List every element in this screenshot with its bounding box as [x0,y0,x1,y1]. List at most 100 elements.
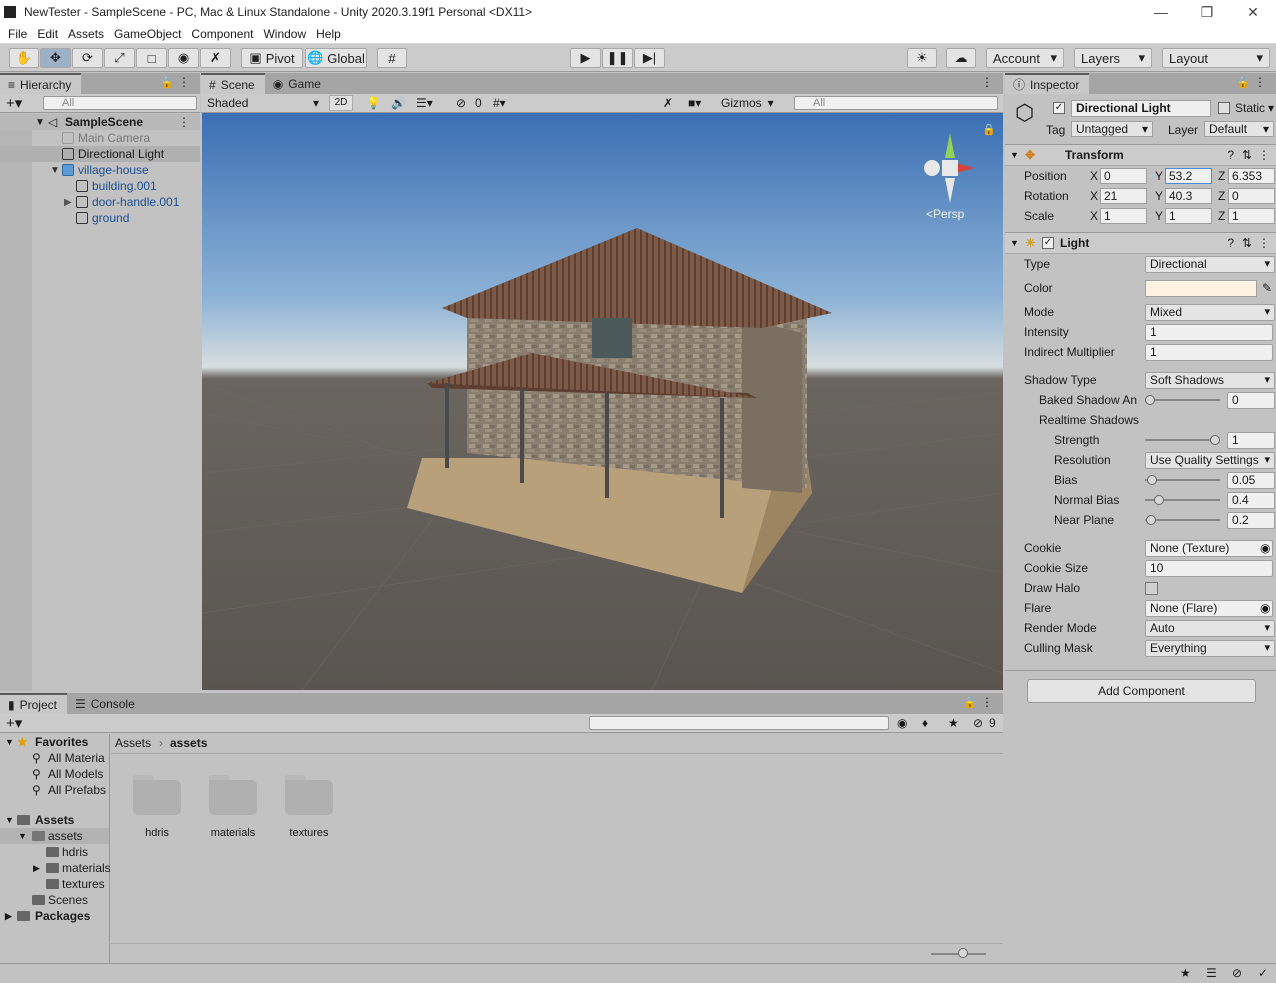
scale-tool-icon[interactable]: ⤢ [104,48,135,68]
hierarchy-item-door-handle[interactable]: ▶ door-handle.001 [0,194,200,210]
flare-field[interactable]: None (Flare) [1145,599,1273,617]
scene-menu-icon[interactable]: ⋮ [981,75,993,89]
menu-dots-icon[interactable]: ⋮ [178,75,190,89]
menu-gameobject[interactable]: GameObject [109,27,186,41]
collab-icon[interactable]: ★ [1180,966,1191,980]
minimize-icon[interactable]: — [1138,0,1184,24]
favorite-item[interactable]: ⚲ All Materia [0,750,109,766]
grid-snap-icon[interactable]: # [377,48,407,68]
tree-item-assets[interactable]: ▼ assets [0,828,109,844]
audio-icon[interactable]: 🔊 [391,96,406,110]
help-icon[interactable]: ? [1227,236,1234,250]
scale-x-field[interactable]: 1 [1100,208,1147,224]
preset-icon[interactable]: ⇅ [1242,148,1252,162]
scale-y-field[interactable]: 1 [1165,208,1212,224]
tree-item-scenes[interactable]: Scenes [0,892,109,908]
folder-item-textures[interactable]: textures [285,775,333,839]
hand-tool-icon[interactable]: ✋ [9,48,39,68]
favorite-item[interactable]: ⚲ All Models [0,766,109,782]
hierarchy-item-building[interactable]: building.001 [0,178,200,194]
component-menu-icon[interactable]: ⋮ [1258,236,1270,250]
light-type-dropdown[interactable]: Directional [1145,255,1275,273]
cookie-field[interactable]: None (Texture) [1145,539,1273,557]
hidden-objects-icon[interactable]: ⊘ [456,96,466,110]
transform-tool-icon[interactable]: ◉ [168,48,199,68]
position-x-field[interactable]: 0 [1100,168,1147,184]
cloud-icon[interactable]: ☁ [946,48,976,68]
rect-tool-icon[interactable]: □ [136,48,167,68]
persp-label[interactable]: <Persp [926,207,964,221]
tab-inspector[interactable]: ⓘ Inspector [1005,73,1090,94]
object-name-field[interactable]: Directional Light [1071,100,1211,117]
intensity-field[interactable]: 1 [1145,323,1273,341]
light-mode-dropdown[interactable]: Mixed [1145,303,1275,321]
global-button[interactable]: 🌐 Global [305,48,367,68]
hierarchy-item-main-camera[interactable]: Main Camera [0,130,200,146]
rotation-x-field[interactable]: 21 [1100,188,1147,204]
custom-tool-icon[interactable]: ✗ [200,48,231,68]
move-tool-icon[interactable]: ✥ [40,48,71,68]
tree-item-textures[interactable]: textures [0,876,109,892]
position-z-field[interactable]: 6.353 [1228,168,1275,184]
normal-bias-knob[interactable] [1154,495,1164,505]
tools-icon[interactable]: ✗ [663,96,673,110]
static-label[interactable]: Static [1235,101,1265,115]
search-by-label-icon[interactable]: ♦ [922,716,928,730]
baked-shadow-knob[interactable] [1145,395,1155,405]
component-menu-icon[interactable]: ⋮ [1258,148,1270,162]
search-by-type-icon[interactable]: ◉ [897,716,907,730]
layout-dropdown[interactable]: Layout ▾ [1162,48,1270,68]
strength-slider[interactable] [1145,439,1220,441]
object-picker-icon[interactable]: ◉ [1260,601,1270,615]
indirect-multiplier-field[interactable]: 1 [1145,343,1273,361]
progress-icon[interactable]: ✓ [1258,966,1268,980]
zoom-knob[interactable] [958,948,968,958]
add-component-button[interactable]: Add Component [1027,679,1256,703]
help-icon[interactable]: ? [1227,148,1234,162]
rotation-z-field[interactable]: 0 [1228,188,1275,204]
menu-dots-icon[interactable]: ⋮ [1254,75,1266,89]
step-icon[interactable]: ▶| [634,48,665,68]
menu-component[interactable]: Component [186,27,258,41]
light-enabled-checkbox[interactable]: ✓ [1042,237,1054,249]
packages-row[interactable]: ▶ Packages [0,908,109,924]
near-plane-field[interactable]: 0.2 [1227,511,1275,529]
menu-help[interactable]: Help [311,27,346,41]
position-y-field[interactable]: 53.2 [1165,168,1212,184]
restore-icon[interactable]: ❐ [1184,0,1230,24]
add-object-button[interactable]: +▾ [6,94,22,112]
strength-field[interactable]: 1 [1227,431,1275,449]
hierarchy-item-ground[interactable]: ground [0,210,200,226]
menu-window[interactable]: Window [258,27,311,41]
tree-item-materials[interactable]: ▶ materials [0,860,111,876]
menu-file[interactable]: File [3,27,32,41]
menu-assets[interactable]: Assets [63,27,109,41]
light-header[interactable]: ▼ ☀ ✓ Light ? ⇅ ⋮ [1005,232,1276,254]
assets-root-row[interactable]: ▼ Assets [0,812,109,828]
tag-dropdown[interactable]: Untagged ▾ [1071,121,1153,137]
hierarchy-search[interactable]: All [43,96,197,110]
static-dropdown-icon[interactable]: ▾ [1268,101,1274,115]
favorite-item[interactable]: ⚲ All Prefabs [0,782,109,798]
rotate-tool-icon[interactable]: ⟳ [72,48,103,68]
menu-edit[interactable]: Edit [32,27,63,41]
services-icon[interactable]: ☀ [907,48,937,68]
menu-dots-icon[interactable]: ⋮ [981,695,993,709]
draw-halo-checkbox[interactable] [1145,581,1158,595]
folder-item-hdris[interactable]: hdris [133,775,181,839]
layers-dropdown[interactable]: Layers ▾ [1074,48,1152,68]
rotation-y-field[interactable]: 40.3 [1165,188,1212,204]
lock-icon[interactable]: 🔒 [1236,76,1250,89]
auto-generate-icon[interactable]: ⊘ [1232,966,1242,980]
play-icon[interactable]: ▶ [570,48,601,68]
project-search[interactable] [589,716,889,730]
pause-icon[interactable]: ❚❚ [602,48,633,68]
active-checkbox[interactable]: ✓ [1053,102,1065,114]
light-color-swatch[interactable] [1145,279,1257,297]
effects-icon[interactable]: ☰▾ [416,96,433,110]
baked-shadow-slider[interactable] [1145,399,1220,401]
culling-mask-dropdown[interactable]: Everything [1145,639,1275,657]
gizmo-lock-icon[interactable]: 🔒 [982,123,996,136]
favorites-star-icon[interactable]: ★ [948,716,959,730]
eyedropper-icon[interactable]: ✎ [1262,281,1272,295]
